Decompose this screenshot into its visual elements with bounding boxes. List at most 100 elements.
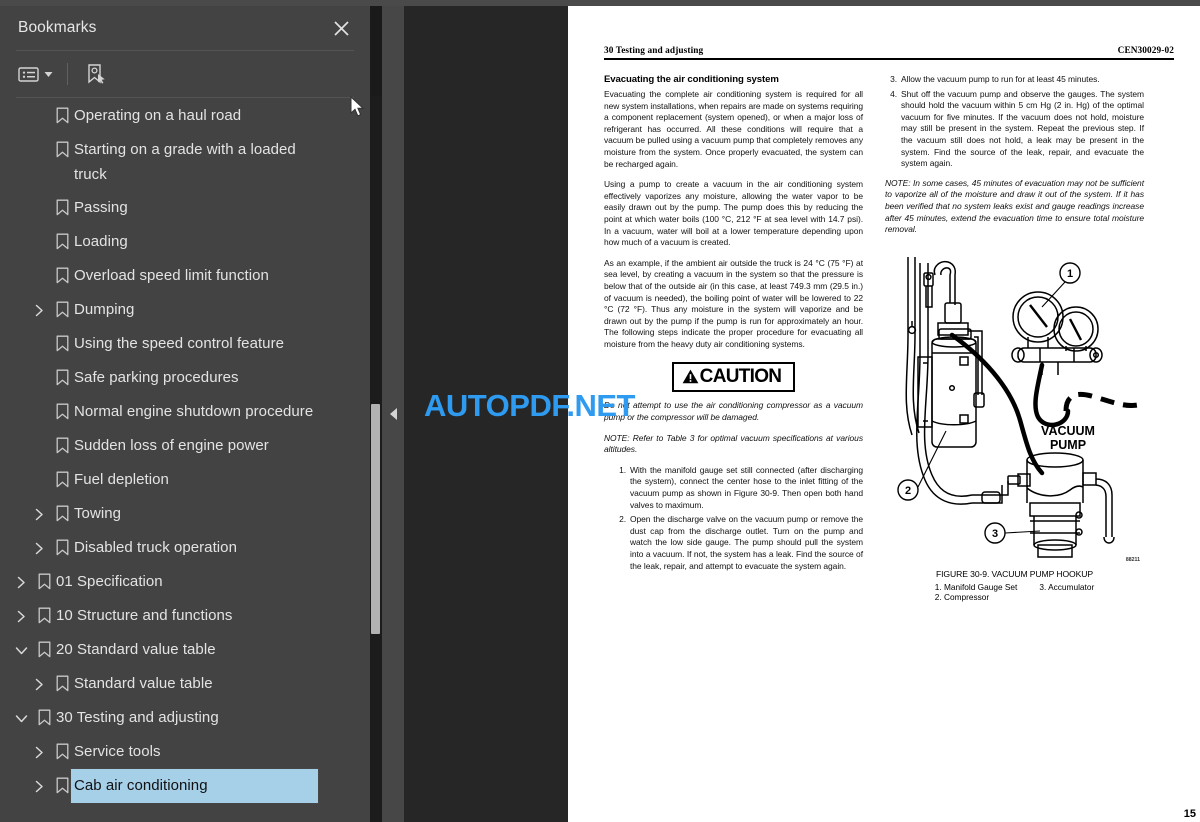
bookmark-icon bbox=[50, 259, 74, 284]
figure-legend-column-2: 3. Accumulator bbox=[1039, 581, 1095, 592]
bookmark-label: Loading bbox=[74, 233, 128, 250]
header-rule bbox=[604, 58, 1174, 60]
chevron-down-icon[interactable] bbox=[10, 633, 32, 667]
bookmark-label: Dumping bbox=[74, 301, 135, 318]
bookmark-label: Passing bbox=[74, 199, 128, 216]
running-head-right: CEN30029-02 bbox=[1117, 46, 1174, 56]
bookmark-item[interactable]: Overload speed limit function bbox=[0, 259, 366, 293]
bookmark-item[interactable]: 30 Testing and adjusting bbox=[0, 701, 366, 735]
bookmark-icon bbox=[50, 225, 74, 250]
chevron-down-icon[interactable] bbox=[10, 701, 32, 735]
list-options-icon[interactable] bbox=[18, 59, 41, 89]
bookmark-icon bbox=[50, 463, 74, 488]
figure-legend-column-1: 1. Manifold Gauge Set 2. Compressor bbox=[934, 581, 1018, 603]
bookmark-icon bbox=[50, 327, 74, 352]
chevron-right-icon[interactable] bbox=[10, 599, 32, 633]
bookmark-item[interactable]: Fuel depletion bbox=[0, 463, 366, 497]
bookmark-item[interactable]: 10 Structure and functions bbox=[0, 599, 366, 633]
document-viewer[interactable]: 30 Testing and adjusting CEN30029-02 Eva… bbox=[404, 6, 1200, 822]
step-text: Shut off the vacuum pump and observe the… bbox=[901, 88, 1144, 169]
bookmarks-tree: Operating on a haul road Starting on a gr… bbox=[0, 98, 366, 804]
bookmark-label: Starting on a grade with a loaded truck bbox=[74, 141, 296, 183]
right-column: 3. Allow the vacuum pump to run for at le… bbox=[885, 74, 1144, 603]
bookmark-item[interactable]: Service tools bbox=[0, 735, 366, 769]
chevron-down-icon[interactable] bbox=[41, 59, 55, 89]
bookmark-icon bbox=[32, 633, 56, 658]
figure-callout-1: 1 bbox=[1066, 268, 1072, 280]
bookmark-item[interactable]: Starting on a grade with a loaded truck bbox=[0, 133, 366, 191]
twisty-spacer bbox=[28, 361, 50, 395]
bookmarks-scrollbar[interactable] bbox=[370, 96, 382, 822]
bookmark-icon bbox=[50, 735, 74, 760]
bookmarks-scrollbar-thumb[interactable] bbox=[371, 404, 380, 634]
close-icon[interactable] bbox=[328, 15, 354, 41]
bookmark-item[interactable]: Dumping bbox=[0, 293, 366, 327]
chevron-right-icon[interactable] bbox=[28, 667, 50, 701]
bookmark-item[interactable]: Operating on a haul road bbox=[0, 99, 366, 133]
bookmark-icon bbox=[32, 565, 56, 590]
panel-splitter[interactable] bbox=[382, 6, 404, 822]
right-note: NOTE: In some cases, 45 minutes of evacu… bbox=[885, 177, 1144, 235]
running-head-left: 30 Testing and adjusting bbox=[604, 46, 704, 56]
twisty-spacer bbox=[28, 395, 50, 429]
bookmark-item[interactable]: Using the speed control feature bbox=[0, 327, 366, 361]
chevron-right-icon[interactable] bbox=[28, 769, 50, 803]
step-text: Open the discharge valve on the vacuum p… bbox=[630, 514, 863, 571]
pdf-viewer-window: Bookmarks Operating on a haul road Start… bbox=[0, 0, 1200, 822]
chevron-right-icon[interactable] bbox=[28, 735, 50, 769]
figure-callout-2: 2 bbox=[904, 485, 910, 497]
twisty-spacer bbox=[28, 259, 50, 293]
left-step-list: 1. With the manifold gauge set still conn… bbox=[604, 465, 863, 572]
step-number: 2. bbox=[619, 514, 626, 525]
bookmark-item[interactable]: Safe parking procedures bbox=[0, 361, 366, 395]
bookmark-icon bbox=[50, 99, 74, 124]
bookmark-item[interactable]: 01 Specification bbox=[0, 565, 366, 599]
document-page: 30 Testing and adjusting CEN30029-02 Eva… bbox=[568, 6, 1200, 822]
bookmark-item[interactable]: Sudden loss of engine power bbox=[0, 429, 366, 463]
chevron-right-icon[interactable] bbox=[28, 497, 50, 531]
bookmark-label: 30 Testing and adjusting bbox=[56, 709, 219, 726]
bookmark-item[interactable]: Disabled truck operation bbox=[0, 531, 366, 565]
new-bookmark-icon[interactable] bbox=[80, 59, 111, 89]
caution-banner: CAUTION bbox=[604, 362, 863, 393]
bookmark-label: Fuel depletion bbox=[74, 471, 169, 488]
bookmark-icon bbox=[50, 531, 74, 556]
left-column: Evacuating the air conditioning system E… bbox=[604, 74, 863, 603]
bookmark-item[interactable]: 20 Standard value table bbox=[0, 633, 366, 667]
bookmark-item[interactable]: Loading bbox=[0, 225, 366, 259]
step-number: 3. bbox=[890, 74, 897, 84]
bookmark-item[interactable]: Normal engine shutdown procedure bbox=[0, 395, 366, 429]
bookmark-icon bbox=[50, 395, 74, 420]
bookmark-label: Cab air conditioning bbox=[70, 768, 319, 804]
bookmark-icon bbox=[50, 133, 74, 158]
chevron-right-icon[interactable] bbox=[10, 565, 32, 599]
page-number: 15 bbox=[1183, 808, 1196, 820]
bookmark-label: Service tools bbox=[74, 743, 161, 760]
bookmark-label: 10 Structure and functions bbox=[56, 607, 233, 624]
step-item: 2. Open the discharge valve on the vacuum… bbox=[614, 514, 863, 572]
bookmark-item[interactable]: Towing bbox=[0, 497, 366, 531]
figure-vacuum-pump-hookup: 1 2 3 VACUUM PUMP 88211 bbox=[885, 245, 1144, 565]
bookmark-item[interactable]: Standard value table bbox=[0, 667, 366, 701]
twisty-spacer bbox=[28, 191, 50, 225]
step-text: Allow the vacuum pump to run for at leas… bbox=[901, 74, 1100, 84]
bookmark-label: Standard value table bbox=[74, 675, 213, 692]
window-top-strip bbox=[0, 0, 1200, 6]
chevron-right-icon[interactable] bbox=[28, 293, 50, 327]
bookmark-icon bbox=[50, 191, 74, 216]
bookmarks-tree-scroll-area[interactable]: Operating on a haul road Starting on a gr… bbox=[0, 98, 370, 822]
bookmark-item[interactable]: Cab air conditioning bbox=[0, 768, 366, 804]
bookmark-label: 20 Standard value table bbox=[56, 641, 216, 658]
collapse-left-icon[interactable] bbox=[389, 408, 397, 420]
bookmark-label: Normal engine shutdown procedure bbox=[74, 403, 314, 420]
bookmark-label: Sudden loss of engine power bbox=[74, 437, 269, 454]
twisty-spacer bbox=[28, 225, 50, 259]
chevron-right-icon[interactable] bbox=[28, 531, 50, 565]
document-running-head: 30 Testing and adjusting CEN30029-02 bbox=[604, 46, 1174, 56]
bookmark-item[interactable]: Passing bbox=[0, 191, 366, 225]
bookmark-icon bbox=[50, 361, 74, 386]
step-number: 1. bbox=[619, 464, 626, 475]
section-heading: Evacuating the air conditioning system bbox=[604, 74, 779, 85]
figure-code: 88211 bbox=[1125, 556, 1140, 563]
bookmarks-toolbar bbox=[0, 51, 370, 97]
